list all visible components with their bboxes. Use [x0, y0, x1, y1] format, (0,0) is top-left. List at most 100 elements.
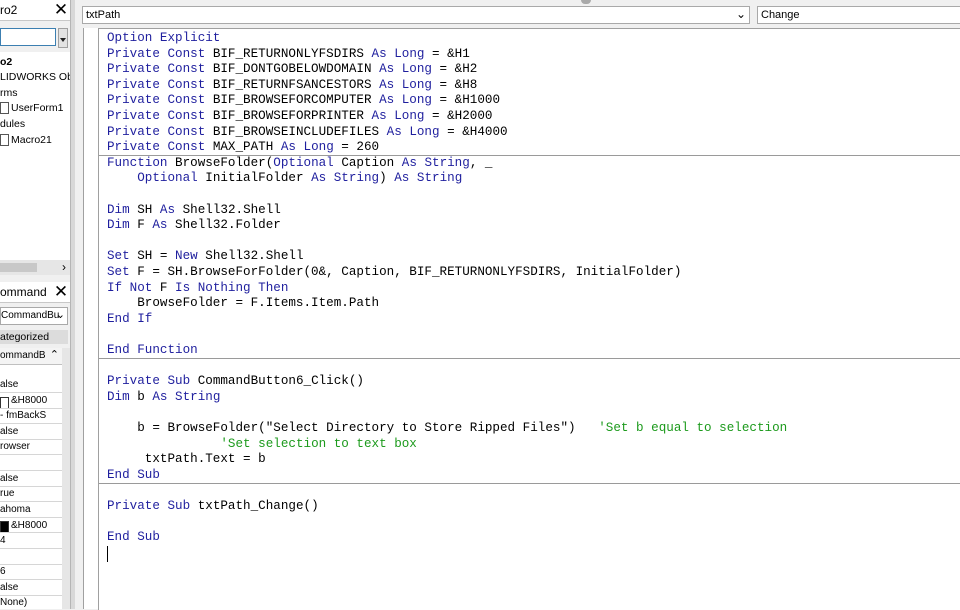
code-line[interactable]: Dim SH As Shell32.Shell: [107, 203, 281, 219]
code-keyword: End Sub: [107, 530, 160, 545]
property-row[interactable]: alse: [0, 377, 62, 393]
code-line[interactable]: End Sub: [107, 468, 160, 484]
chevron-down-icon[interactable]: ⌄: [56, 308, 65, 321]
code-line[interactable]: End Function: [107, 343, 198, 359]
project-selector-spinner[interactable]: [58, 28, 68, 48]
tree-item[interactable]: Macro21: [0, 134, 52, 147]
code-text: b: [137, 389, 153, 404]
object-combo[interactable]: txtPath ⌄: [82, 6, 750, 24]
tree-item[interactable]: rms: [0, 87, 18, 99]
property-row[interactable]: 6: [0, 564, 62, 581]
code-keyword: Optional: [273, 155, 342, 170]
property-row[interactable]: ahoma: [0, 502, 62, 518]
code-keyword: As String: [394, 171, 463, 186]
code-line[interactable]: Private Const BIF_BROWSEFORCOMPUTER As L…: [107, 93, 500, 109]
project-selector-input[interactable]: [0, 28, 56, 46]
properties-object-value: CommandBu: [1, 310, 60, 321]
code-text: MAX_PATH: [212, 140, 281, 155]
property-row[interactable]: alse: [0, 580, 62, 596]
code-line[interactable]: b = BrowseFolder("Select Directory to St…: [107, 421, 787, 437]
code-keyword: As String: [401, 155, 470, 170]
property-row[interactable]: alse: [0, 424, 62, 440]
property-row[interactable]: [0, 455, 62, 471]
properties-grid-header-label: ommandB: [0, 350, 46, 361]
chevron-up-icon[interactable]: ⌃: [50, 348, 59, 361]
tree-item[interactable]: dules: [0, 118, 25, 130]
code-line[interactable]: Private Sub txtPath_Change(): [107, 499, 319, 515]
property-row[interactable]: rue: [0, 486, 62, 503]
code-line[interactable]: Private Const BIF_BROWSEINCLUDEFILES As …: [107, 125, 508, 141]
code-text: BIF_RETURNONLYFSDIRS: [212, 46, 372, 61]
code-line[interactable]: Set SH = New Shell32.Shell: [107, 249, 304, 265]
code-line[interactable]: Function BrowseFolder(Optional Caption A…: [107, 156, 493, 172]
close-icon[interactable]: ✕: [52, 1, 70, 19]
code-keyword: End Sub: [107, 467, 160, 482]
properties-grid-header[interactable]: ommandB ⌃: [0, 348, 62, 365]
tab-categorized-label: ategorized: [0, 331, 50, 343]
code-keyword: As Long: [379, 62, 432, 77]
close-icon[interactable]: ✕: [52, 283, 70, 301]
code-text: = 260: [333, 140, 380, 155]
procedure-separator: [99, 482, 960, 484]
tree-item[interactable]: UserForm1: [0, 102, 64, 115]
property-row[interactable]: None): [0, 595, 62, 609]
tree-horizontal-scrollbar[interactable]: ›: [0, 260, 70, 275]
color-swatch: [0, 521, 9, 533]
code-line[interactable]: End Sub: [107, 530, 160, 546]
form-icon: [0, 102, 9, 115]
code-line[interactable]: Private Const BIF_RETURNFSANCESTORS As L…: [107, 78, 477, 94]
scrollbar-thumb[interactable]: [0, 263, 37, 272]
code-line[interactable]: Private Const BIF_BROWSEFORPRINTER As Lo…: [107, 109, 492, 125]
code-line[interactable]: Private Const BIF_RETURNONLYFSDIRS As Lo…: [107, 47, 470, 63]
code-line[interactable]: 'Set selection to text box: [107, 437, 417, 453]
properties-vertical-scrollbar[interactable]: [62, 348, 70, 609]
property-value: alse: [0, 379, 19, 390]
code-keyword: If Not: [107, 280, 160, 295]
code-text: = &H1000: [431, 93, 501, 108]
properties-object-combo[interactable]: CommandBu ⌄: [0, 307, 68, 325]
code-keyword: Dim: [107, 202, 138, 217]
property-value: alse: [0, 425, 19, 437]
code-line[interactable]: Private Const BIF_DONTGOBELOWDOMAIN As L…: [107, 62, 477, 78]
project-explorer-titlebar: ro2 ✕: [0, 0, 70, 21]
property-row[interactable]: alse: [0, 471, 62, 487]
color-swatch: [0, 396, 9, 408]
property-row[interactable]: [0, 549, 62, 565]
tab-categorized[interactable]: ategorized: [0, 330, 68, 344]
code-keyword: Private Const: [107, 140, 213, 155]
code-keyword: Function: [107, 155, 176, 170]
tree-item[interactable]: LIDWORKS Obj: [0, 71, 75, 83]
code-text: Shell32.Shell: [205, 249, 304, 264]
code-line[interactable]: Private Const MAX_PATH As Long = 260: [107, 140, 379, 156]
property-row[interactable]: rowser: [0, 439, 62, 456]
code-line[interactable]: Private Sub CommandButton6_Click(): [107, 374, 364, 390]
code-keyword: As String: [311, 171, 380, 186]
property-row[interactable]: &H8000: [0, 393, 62, 409]
code-line[interactable]: Option Explicit: [107, 31, 220, 47]
properties-grid: ommandB ⌃ alse &H8000 - fmBackS alse rowser a…: [0, 348, 62, 609]
code-text: SH: [137, 202, 160, 217]
property-value: rowser: [0, 441, 31, 453]
procedure-combo[interactable]: Change: [757, 6, 960, 24]
property-row[interactable]: 4: [0, 533, 62, 549]
chevron-down-icon[interactable]: ⌄: [736, 7, 746, 21]
code-editor[interactable]: Option Explicit Private Const BIF_RETURNO…: [98, 28, 960, 610]
code-line[interactable]: Dim b As String: [107, 390, 220, 406]
code-line[interactable]: End If: [107, 312, 152, 328]
code-keyword: Optional: [137, 171, 206, 186]
tree-item[interactable]: o2: [0, 56, 12, 68]
code-keyword: As Long: [280, 140, 334, 155]
property-row[interactable]: &H8000: [0, 517, 62, 534]
code-line[interactable]: If Not F Is Nothing Then: [107, 281, 288, 297]
code-line[interactable]: Set F = SH.BrowseForFolder(0&, Caption, …: [107, 265, 681, 281]
project-explorer-title: ro2: [0, 3, 18, 17]
property-row[interactable]: - fmBackS: [0, 408, 62, 425]
code-line[interactable]: txtPath.Text = b: [107, 452, 266, 468]
code-margin-indicator-bar[interactable]: [83, 28, 98, 609]
panel-splitter[interactable]: [70, 0, 75, 609]
code-line[interactable]: Optional InitialFolder As String) As Str…: [107, 171, 462, 187]
code-line[interactable]: Dim F As Shell32.Folder: [107, 218, 281, 234]
chevron-right-icon[interactable]: ›: [62, 260, 66, 275]
code-line[interactable]: BrowseFolder = F.Items.Item.Path: [107, 296, 379, 312]
